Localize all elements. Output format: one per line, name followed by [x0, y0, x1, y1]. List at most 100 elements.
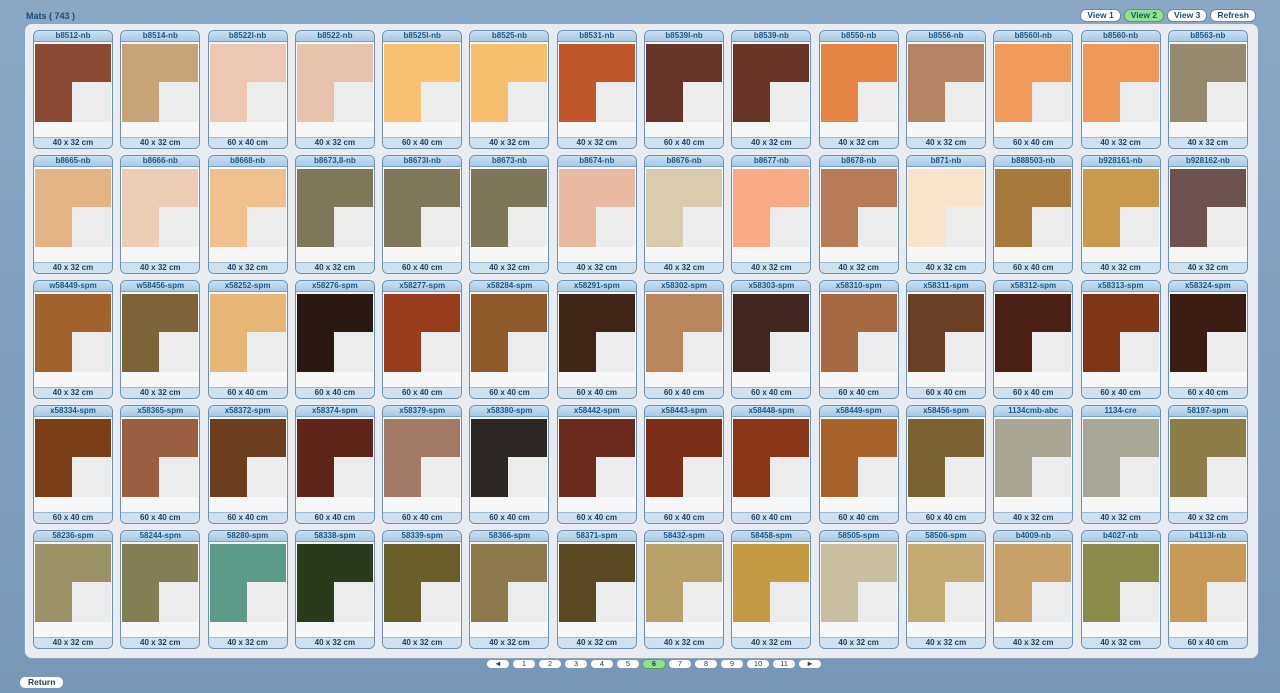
mat-tile[interactable]: 58236-spm 40 x 32 cm	[33, 530, 113, 649]
page-button-10[interactable]: 10	[746, 659, 770, 669]
mat-tile[interactable]: b8673l-nb 60 x 40 cm	[382, 155, 463, 274]
mat-tile[interactable]: x58313-spm 60 x 40 cm	[1080, 280, 1161, 399]
page-button-2[interactable]: 2	[538, 659, 562, 669]
mat-tile[interactable]: x58374-spm 60 x 40 cm	[294, 405, 375, 524]
next-page-button[interactable]: ►	[798, 659, 822, 669]
mat-name: b8556-nb	[906, 31, 985, 42]
mat-tile[interactable]: 58371-spm 40 x 32 cm	[556, 530, 637, 649]
mat-tile[interactable]: b4027-nb 40 x 32 cm	[1080, 530, 1161, 649]
mat-tile[interactable]: x58365-spm 60 x 40 cm	[120, 405, 201, 524]
mat-tile[interactable]: b8560l-nb 60 x 40 cm	[993, 30, 1074, 149]
page-button-5[interactable]: 5	[616, 659, 640, 669]
mat-tile[interactable]: b8556-nb 40 x 32 cm	[905, 30, 986, 149]
mat-tile[interactable]: x58379-spm 60 x 40 cm	[382, 405, 463, 524]
mat-name: 58339-spm	[383, 531, 462, 542]
view-2-button[interactable]: View 2	[1123, 9, 1165, 22]
mat-tile[interactable]: b8514-nb 40 x 32 cm	[120, 30, 201, 149]
mat-tile[interactable]: b8666-nb 40 x 32 cm	[120, 155, 201, 274]
mat-name: 58371-spm	[557, 531, 636, 542]
mat-tile[interactable]: x58372-spm 60 x 40 cm	[207, 405, 288, 524]
mat-tile[interactable]: b8560-nb 40 x 32 cm	[1080, 30, 1161, 149]
mat-tile[interactable]: 1134cmb-abc 40 x 32 cm	[993, 405, 1074, 524]
mat-tile[interactable]: x58303-spm 60 x 40 cm	[731, 280, 812, 399]
mat-tile[interactable]: w58456-spm 40 x 32 cm	[120, 280, 201, 399]
page-button-4[interactable]: 4	[590, 659, 614, 669]
mat-tile[interactable]: x58443-spm 60 x 40 cm	[644, 405, 725, 524]
mat-size: 40 x 32 cm	[34, 637, 112, 648]
mat-tile[interactable]: x58449-spm 60 x 40 cm	[818, 405, 899, 524]
mat-tile[interactable]: 58280-spm 40 x 32 cm	[207, 530, 288, 649]
mat-tile[interactable]: b8512-nb 40 x 32 cm	[33, 30, 113, 149]
mat-swatch	[558, 544, 635, 622]
mat-tile[interactable]: b8563-nb 40 x 32 cm	[1167, 30, 1248, 149]
mat-tile[interactable]: x58334-spm 60 x 40 cm	[33, 405, 113, 524]
mat-tile[interactable]: b8677-nb 40 x 32 cm	[731, 155, 812, 274]
mat-tile[interactable]: b8676-nb 40 x 32 cm	[644, 155, 725, 274]
return-button[interactable]: Return	[19, 676, 65, 689]
mat-tile[interactable]: b4113l-nb 60 x 40 cm	[1167, 530, 1248, 649]
mat-tile[interactable]: 58505-spm 40 x 32 cm	[818, 530, 899, 649]
mat-tile[interactable]: b888503-nb 60 x 40 cm	[993, 155, 1074, 274]
page-button-9[interactable]: 9	[720, 659, 744, 669]
mat-tile[interactable]: b8674-nb 40 x 32 cm	[556, 155, 637, 274]
mat-tile[interactable]: x58312-spm 60 x 40 cm	[993, 280, 1074, 399]
mat-tile[interactable]: x58276-spm 60 x 40 cm	[294, 280, 375, 399]
page-button-6[interactable]: 6	[642, 659, 666, 669]
mat-tile[interactable]: 58339-spm 40 x 32 cm	[382, 530, 463, 649]
mat-tile[interactable]: x58380-spm 60 x 40 cm	[469, 405, 550, 524]
mat-tile[interactable]: 58197-spm 40 x 32 cm	[1167, 405, 1248, 524]
mat-tile[interactable]: b8673-nb 40 x 32 cm	[469, 155, 550, 274]
mat-tile[interactable]: b8531-nb 40 x 32 cm	[556, 30, 637, 149]
mat-tile[interactable]: x58277-spm 60 x 40 cm	[382, 280, 463, 399]
mat-tile[interactable]: b8665-nb 40 x 32 cm	[33, 155, 113, 274]
mat-tile[interactable]: x58310-spm 60 x 40 cm	[818, 280, 899, 399]
mat-tile[interactable]: b8525l-nb 60 x 40 cm	[382, 30, 463, 149]
page-button-8[interactable]: 8	[694, 659, 718, 669]
mat-tile[interactable]: x58284-spm 60 x 40 cm	[469, 280, 550, 399]
mat-tile[interactable]: 58458-spm 40 x 32 cm	[731, 530, 812, 649]
mat-tile[interactable]: x58456-spm 60 x 40 cm	[905, 405, 986, 524]
mat-tile[interactable]: 58244-spm 40 x 32 cm	[120, 530, 201, 649]
mat-tile[interactable]: x58442-spm 60 x 40 cm	[556, 405, 637, 524]
refresh-button[interactable]: Refresh	[1210, 9, 1256, 22]
app-frame: Mats ( 743 ) View 1 View 2 View 3 Refres…	[0, 0, 1280, 693]
mat-name: x58303-spm	[732, 281, 811, 292]
prev-page-button[interactable]: ◄	[486, 659, 510, 669]
mat-name: 58236-spm	[34, 531, 112, 542]
mat-tile[interactable]: b871-nb 40 x 32 cm	[905, 155, 986, 274]
mat-name: 58432-spm	[645, 531, 724, 542]
page-button-1[interactable]: 1	[512, 659, 536, 669]
mat-tile[interactable]: 58432-spm 40 x 32 cm	[644, 530, 725, 649]
mat-tile[interactable]: b8673,8-nb 40 x 32 cm	[294, 155, 375, 274]
mats-panel: b8512-nb 40 x 32 cm b8514-nb 40 x 32 cm b852…	[24, 23, 1259, 659]
mat-tile[interactable]: b4009-nb 40 x 32 cm	[993, 530, 1074, 649]
mat-tile[interactable]: 58366-spm 40 x 32 cm	[469, 530, 550, 649]
mat-tile[interactable]: b928162-nb 40 x 32 cm	[1167, 155, 1248, 274]
mat-tile[interactable]: b8668-nb 40 x 32 cm	[207, 155, 288, 274]
mat-tile[interactable]: b8522-nb 40 x 32 cm	[294, 30, 375, 149]
mat-tile[interactable]: x58324-spm 60 x 40 cm	[1167, 280, 1248, 399]
mat-tile[interactable]: b8678-nb 40 x 32 cm	[818, 155, 899, 274]
mat-tile[interactable]: b8522l-nb 60 x 40 cm	[207, 30, 288, 149]
mat-tile[interactable]: 58506-spm 40 x 32 cm	[905, 530, 986, 649]
view-1-button[interactable]: View 1	[1080, 9, 1121, 22]
mat-tile[interactable]: b8539-nb 40 x 32 cm	[731, 30, 812, 149]
page-button-7[interactable]: 7	[668, 659, 692, 669]
mat-tile[interactable]: x58311-spm 60 x 40 cm	[905, 280, 986, 399]
mat-tile[interactable]: 1134-cre 40 x 32 cm	[1080, 405, 1161, 524]
view-3-button[interactable]: View 3	[1167, 9, 1208, 22]
mat-tile[interactable]: x58302-spm 60 x 40 cm	[644, 280, 725, 399]
mat-size: 60 x 40 cm	[208, 137, 287, 148]
page-button-3[interactable]: 3	[564, 659, 588, 669]
mat-swatch	[296, 294, 373, 372]
mat-tile[interactable]: x58252-spm 60 x 40 cm	[207, 280, 288, 399]
page-button-11[interactable]: 11	[772, 659, 796, 669]
mat-tile[interactable]: b8550-nb 40 x 32 cm	[818, 30, 899, 149]
mat-tile[interactable]: w58449-spm 40 x 32 cm	[33, 280, 113, 399]
mat-tile[interactable]: b8525-nb 40 x 32 cm	[469, 30, 550, 149]
mat-tile[interactable]: b928161-nb 40 x 32 cm	[1080, 155, 1161, 274]
mat-tile[interactable]: x58448-spm 60 x 40 cm	[731, 405, 812, 524]
mat-tile[interactable]: b8539l-nb 60 x 40 cm	[644, 30, 725, 149]
mat-tile[interactable]: 58338-spm 40 x 32 cm	[294, 530, 375, 649]
mat-tile[interactable]: x58291-spm 60 x 40 cm	[556, 280, 637, 399]
